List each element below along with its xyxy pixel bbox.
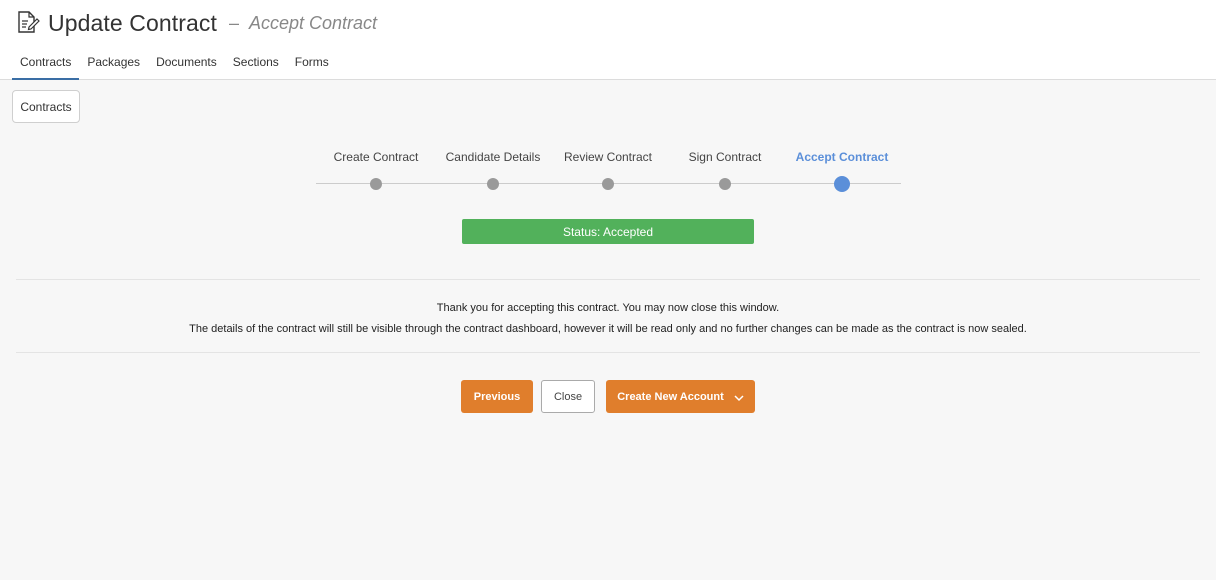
tab-contracts[interactable]: Contracts (12, 52, 80, 80)
contracts-breadcrumb-button[interactable]: Contracts (12, 90, 80, 123)
page-title: Update Contract (48, 9, 217, 36)
step-dot (370, 178, 382, 190)
tab-packages[interactable]: Packages (79, 52, 148, 80)
chevron-down-icon[interactable] (734, 393, 744, 401)
step-candidate-details[interactable]: Candidate Details (433, 150, 553, 190)
step-dot (487, 178, 499, 190)
confirmation-message: Thank you for accepting this contract. Y… (16, 298, 1200, 340)
previous-button[interactable]: Previous (461, 380, 533, 413)
divider (16, 279, 1200, 280)
step-dot-active (834, 176, 850, 192)
document-edit-icon (16, 10, 40, 36)
nav-tabs: Contracts Packages Documents Sections Fo… (12, 52, 337, 80)
progress-stepper: Create Contract Candidate Details Review… (316, 150, 901, 195)
tab-documents[interactable]: Documents (148, 52, 225, 80)
divider (16, 352, 1200, 353)
step-create-contract[interactable]: Create Contract (316, 150, 436, 190)
step-label: Candidate Details (445, 150, 541, 164)
step-label: Create Contract (333, 150, 419, 164)
step-sign-contract[interactable]: Sign Contract (665, 150, 785, 190)
step-label: Sign Contract (688, 150, 762, 164)
message-line-1: Thank you for accepting this contract. Y… (436, 302, 780, 314)
message-line-2: The details of the contract will still b… (189, 323, 1027, 335)
page-header: Update Contract – Accept Contract Contra… (0, 0, 1216, 80)
status-badge: Status: Accepted (462, 219, 754, 244)
step-dot (719, 178, 731, 190)
step-label: Accept Contract (795, 150, 889, 164)
tab-sections[interactable]: Sections (225, 52, 287, 80)
tab-forms[interactable]: Forms (287, 52, 337, 80)
page-subtitle: Accept Contract (249, 12, 378, 33)
title-row: Update Contract – Accept Contract (16, 8, 377, 38)
close-button[interactable]: Close (541, 380, 595, 413)
step-dot (602, 178, 614, 190)
step-label: Review Contract (563, 150, 653, 164)
create-new-account-button[interactable]: Create New Account (606, 380, 755, 413)
step-accept-contract[interactable]: Accept Contract (782, 150, 902, 192)
title-separator: – (228, 12, 239, 33)
step-review-contract[interactable]: Review Contract (548, 150, 668, 190)
create-new-account-label: Create New Account (617, 390, 724, 403)
